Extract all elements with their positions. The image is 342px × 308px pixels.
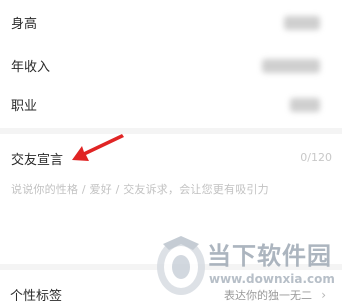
- tags-label: 个性标签: [10, 289, 63, 304]
- watermark-url: www.downxia.com: [209, 272, 335, 286]
- watermark-name: 当下软件园: [207, 241, 332, 270]
- declaration-char-counter: 0/120: [300, 151, 332, 164]
- field-value-blurred: [290, 98, 320, 112]
- red-arrow-icon: [72, 134, 124, 161]
- watermark: 当下软件园 www.downxia.com: [153, 232, 342, 300]
- field-label-occupation: 职业: [11, 99, 38, 114]
- field-row-income[interactable]: 年收入: [0, 46, 342, 86]
- declaration-textarea[interactable]: 说说你的性格 / 爱好 / 交友诉求，会让您更有吸引力: [11, 180, 329, 200]
- field-label-income: 年收入: [11, 60, 51, 75]
- section-divider: [0, 128, 342, 134]
- field-label-height: 身高: [11, 17, 38, 32]
- downxia-logo-icon: [157, 236, 205, 295]
- declaration-title: 交友宣言: [11, 153, 64, 168]
- field-row-occupation[interactable]: 职业: [0, 85, 342, 125]
- field-row-height[interactable]: 身高: [0, 3, 342, 43]
- field-value-blurred: [284, 16, 320, 30]
- field-value-blurred: [262, 59, 320, 73]
